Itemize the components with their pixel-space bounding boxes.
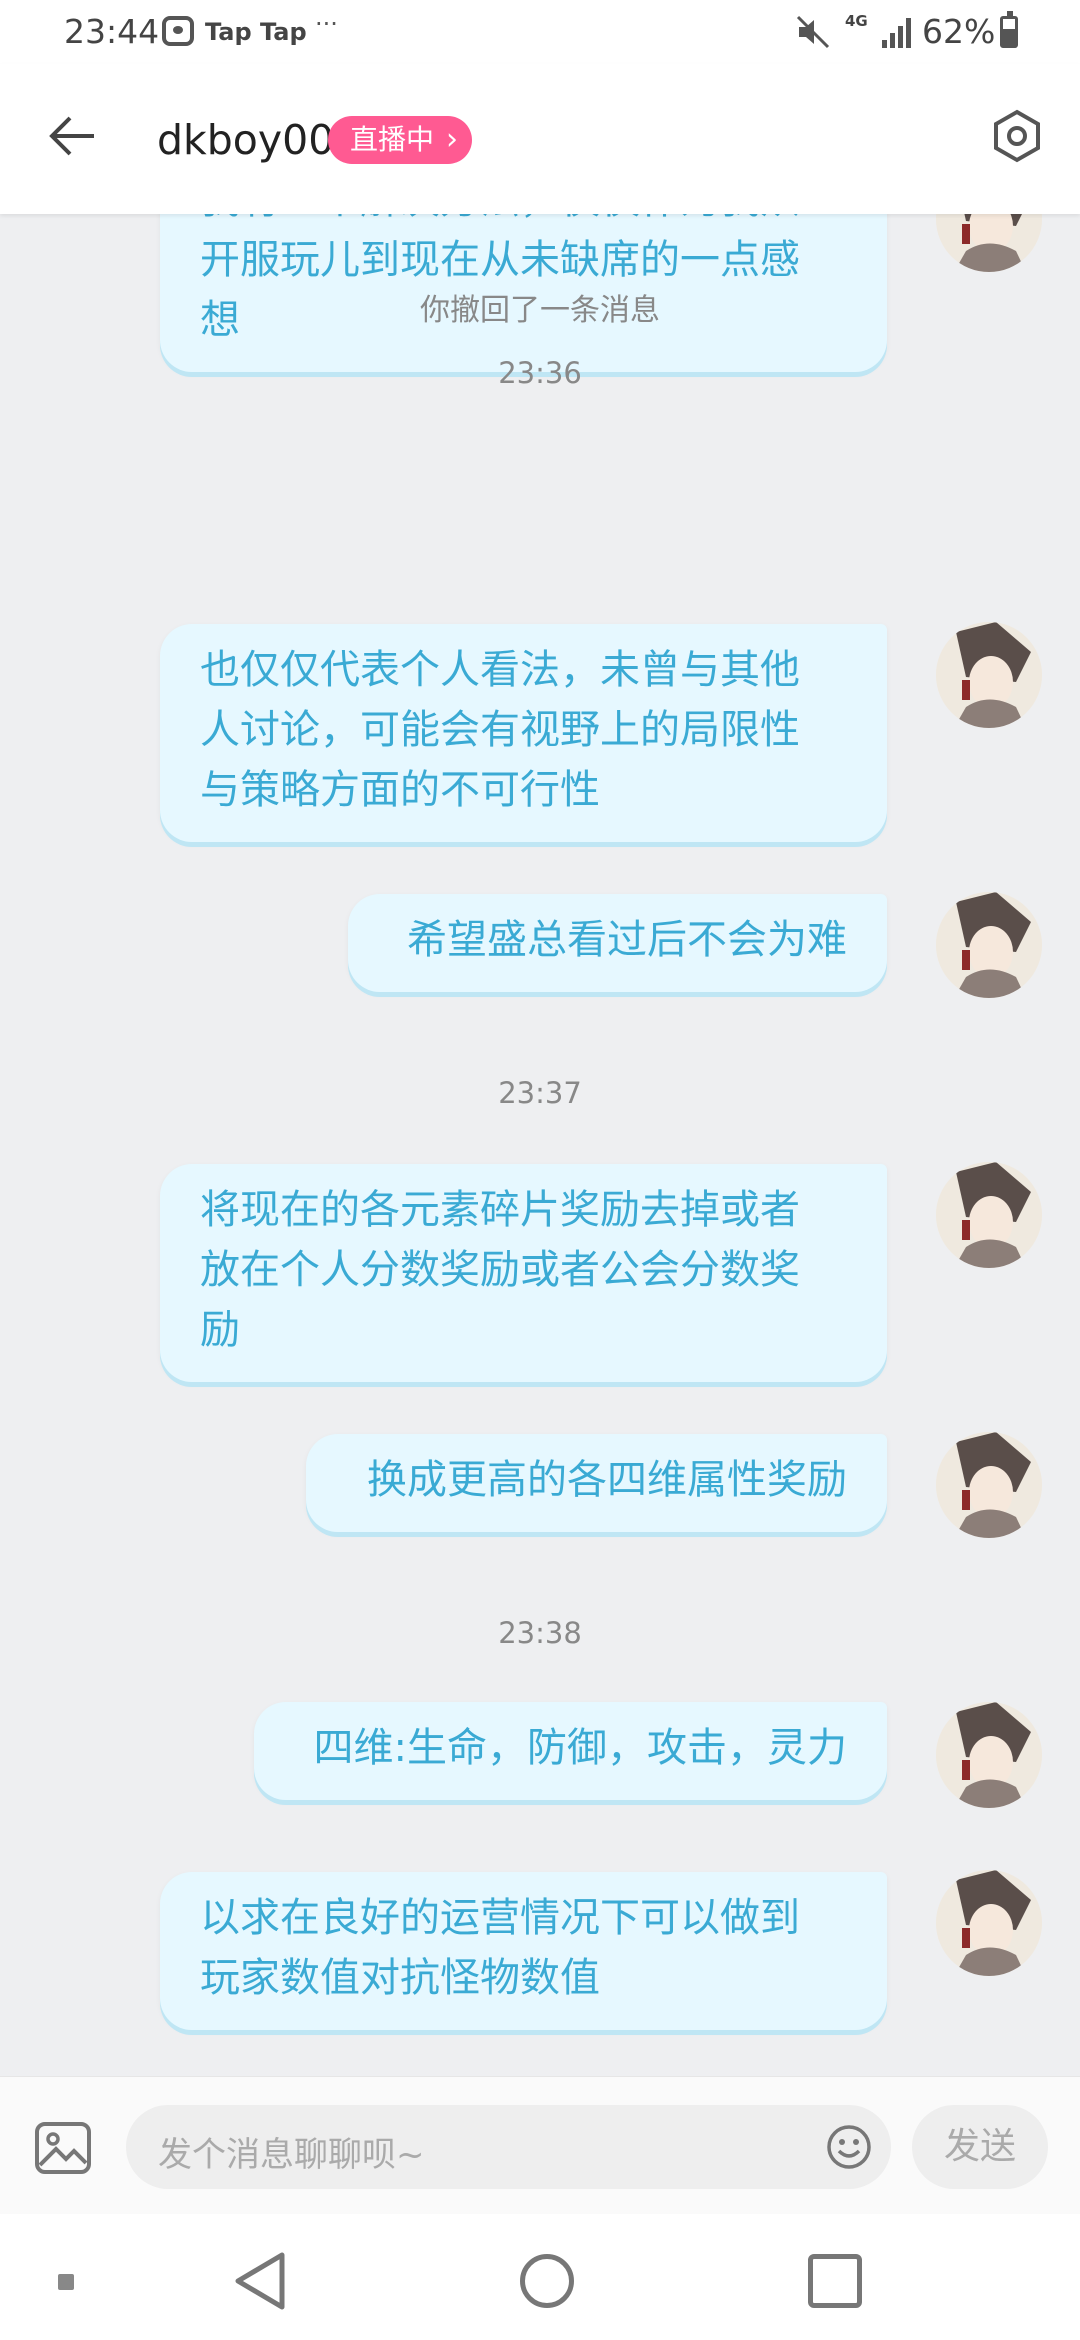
- chat-title[interactable]: dkboy00: [157, 116, 334, 164]
- timestamp: 23:37: [498, 1076, 582, 1110]
- avatar-image: [936, 1870, 1042, 1976]
- image-icon[interactable]: [34, 2121, 92, 2175]
- chat-header: dkboy00 直播中 ›: [0, 64, 1080, 214]
- recents-dot-icon[interactable]: [58, 2274, 74, 2290]
- avatar-image: [936, 1162, 1042, 1268]
- battery-percent: 62%: [922, 12, 996, 51]
- chevron-right-icon: ›: [446, 122, 459, 157]
- timestamp: 23:36: [498, 356, 582, 390]
- live-badge[interactable]: 直播中 ›: [328, 116, 473, 164]
- status-more: ···: [315, 10, 338, 38]
- avatar[interactable]: [936, 1702, 1042, 1808]
- emoji-icon[interactable]: [825, 2123, 873, 2171]
- timestamp: 23:38: [498, 1616, 582, 1650]
- status-bar: 23:44 Tap Tap ··· 4G 62%: [0, 0, 1080, 64]
- live-badge-label: 直播中: [350, 123, 435, 156]
- message-bubble[interactable]: 以求在良好的运营情况下可以做到 玩家数值对抗怪物数值: [160, 1872, 887, 2030]
- message-bubble[interactable]: 换成更高的各四维属性奖励: [306, 1434, 887, 1532]
- avatar-image: [936, 1702, 1042, 1808]
- message-input[interactable]: 发个消息聊聊呗~: [126, 2105, 891, 2189]
- message-bubble[interactable]: 四维:生命，防御，攻击，灵力: [254, 1702, 887, 1800]
- settings-hex-icon[interactable]: [990, 109, 1044, 163]
- message-input-bar: 发个消息聊聊呗~ 发送: [0, 2076, 1080, 2214]
- send-button[interactable]: 发送: [912, 2105, 1048, 2189]
- avatar-image: [936, 622, 1042, 728]
- avatar[interactable]: [936, 214, 1042, 272]
- avatar-image: [936, 892, 1042, 998]
- message-bubble[interactable]: 将现在的各元素碎片奖励去掉或者 放在个人分数奖励或者公会分数奖 励: [160, 1164, 887, 1382]
- battery-icon: [1000, 11, 1018, 48]
- home-circle-icon[interactable]: [520, 2254, 574, 2308]
- status-time: 23:44: [64, 12, 160, 51]
- message-bubble[interactable]: 希望盛总看过后不会为难: [348, 894, 887, 992]
- mute-icon: [796, 15, 830, 49]
- avatar-image: [936, 1432, 1042, 1538]
- taptap-icon: [162, 16, 194, 46]
- signal-icon: [882, 18, 911, 48]
- back-triangle-icon[interactable]: [232, 2250, 288, 2312]
- avatar[interactable]: [936, 1432, 1042, 1538]
- status-app-name: Tap Tap: [205, 18, 307, 46]
- avatar[interactable]: [936, 1162, 1042, 1268]
- message-input-placeholder: 发个消息聊聊呗~: [158, 2135, 425, 2175]
- system-nav-bar: [0, 2214, 1080, 2340]
- overview-square-icon[interactable]: [808, 2254, 862, 2308]
- chat-screen: 23:44 Tap Tap ··· 4G 62% dkboy00 直播中 › 开…: [0, 0, 1080, 2340]
- avatar[interactable]: [936, 1870, 1042, 1976]
- avatar-image: [936, 214, 1042, 272]
- back-arrow-icon[interactable]: [48, 114, 98, 158]
- recall-notice: 你撤回了一条消息: [420, 293, 660, 328]
- avatar[interactable]: [936, 892, 1042, 998]
- avatar[interactable]: [936, 622, 1042, 728]
- network-type: 4G: [845, 12, 868, 30]
- message-bubble[interactable]: 也仅仅代表个人看法，未曾与其他 人讨论，可能会有视野上的局限性 与策略方面的不可…: [160, 624, 887, 842]
- message-list[interactable]: 我有一个解决方法，仅仅作为我从 开服玩儿到现在从未缺席的一点感 想 你撤回了一条…: [0, 214, 1080, 2076]
